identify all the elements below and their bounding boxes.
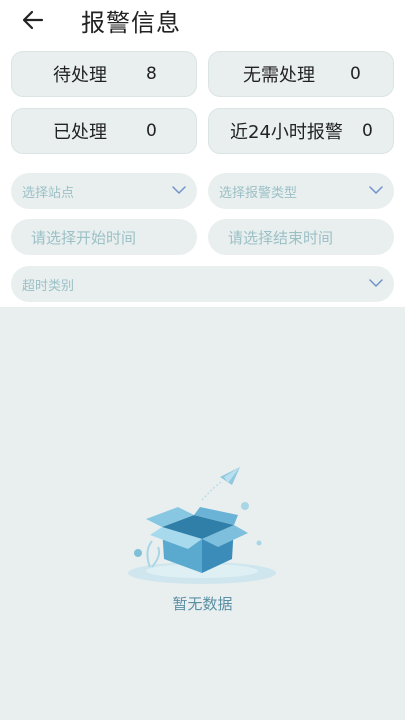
chevron-down-icon: [172, 186, 186, 194]
start-time-picker[interactable]: 请选择开始时间: [11, 219, 197, 255]
stat-value: 0: [362, 121, 373, 141]
chevron-down-icon: [369, 279, 383, 287]
stat-card-pending[interactable]: 待处理 8: [11, 51, 197, 97]
stat-label: 无需处理: [243, 65, 315, 86]
alarm-type-select[interactable]: 选择报警类型: [208, 173, 394, 209]
chevron-down-icon: [369, 186, 383, 194]
timeout-type-placeholder: 超时类别: [22, 278, 75, 294]
alarm-info-page: 报警信息 待处理 8 无需处理 0 已处理 0 近24小时报警 0 选择站点 选…: [0, 0, 405, 720]
page-title: 报警信息: [81, 9, 181, 37]
stat-value: 8: [146, 64, 157, 84]
empty-box-icon: [128, 467, 276, 584]
header: 报警信息: [0, 0, 405, 44]
stat-label: 待处理: [53, 65, 107, 86]
end-time-picker[interactable]: 请选择结束时间: [208, 219, 394, 255]
stat-card-processed[interactable]: 已处理 0: [11, 108, 197, 154]
stat-value: 0: [350, 64, 361, 84]
back-button[interactable]: [16, 6, 50, 34]
alarm-type-select-placeholder: 选择报警类型: [219, 185, 298, 201]
stat-label: 已处理: [53, 122, 107, 143]
stat-value: 0: [146, 121, 157, 141]
station-select[interactable]: 选择站点: [11, 173, 197, 209]
stat-card-last-24h[interactable]: 近24小时报警 0: [208, 108, 394, 154]
stat-card-no-action[interactable]: 无需处理 0: [208, 51, 394, 97]
station-select-placeholder: 选择站点: [22, 185, 75, 201]
back-arrow-icon: [22, 10, 44, 30]
end-time-placeholder: 请选择结束时间: [228, 228, 334, 247]
empty-state-text: 暂无数据: [172, 595, 233, 613]
stat-label: 近24小时报警: [230, 122, 343, 143]
timeout-type-select[interactable]: 超时类别: [11, 266, 394, 302]
start-time-placeholder: 请选择开始时间: [31, 228, 137, 247]
